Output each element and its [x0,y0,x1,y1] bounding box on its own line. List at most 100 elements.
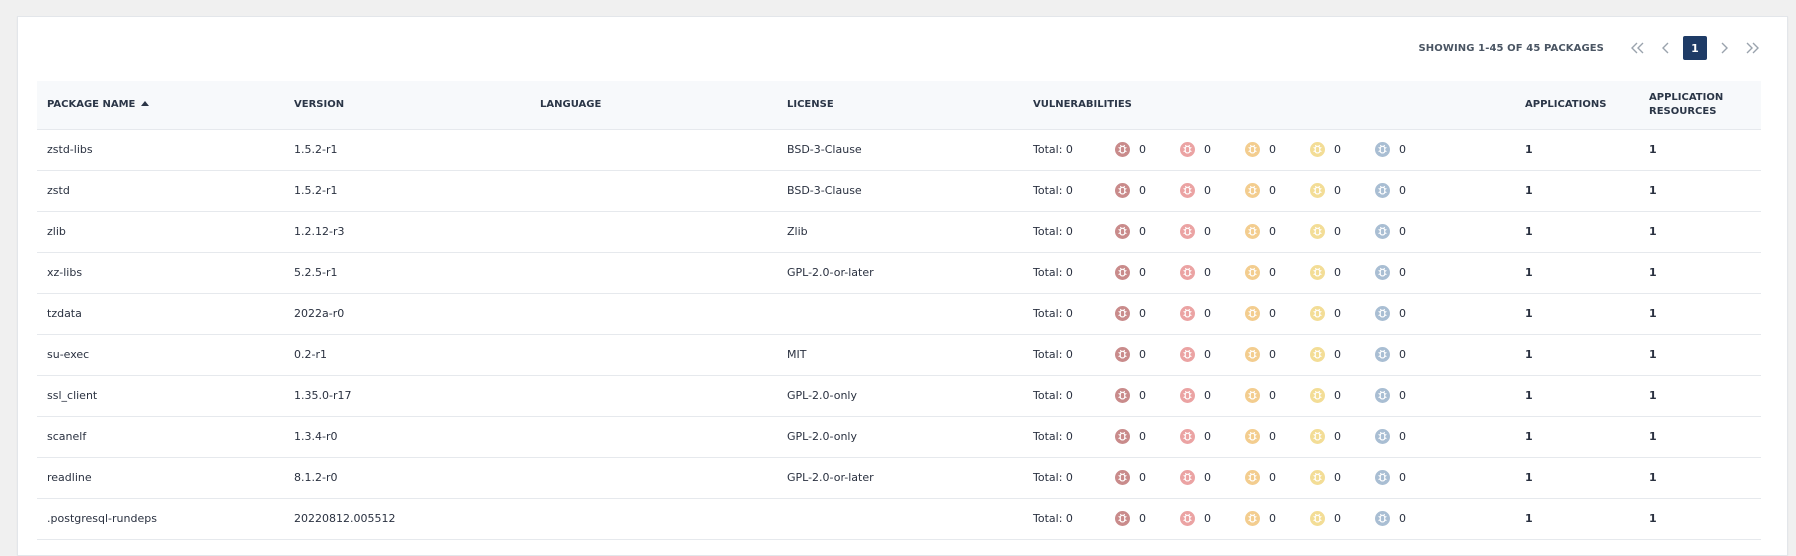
table-row[interactable]: tzdata 2022a-r0 Total: 0 0 0 0 0 0 11 [37,293,1761,335]
bug-icon [1115,511,1130,526]
first-page-button[interactable] [1627,36,1649,60]
bug-icon [1115,429,1130,444]
severity-count: 0 [1204,266,1211,279]
bug-icon [1180,265,1195,280]
language-cell [530,498,777,540]
application-resources-cell[interactable]: 1 [1639,457,1761,499]
column-header-license[interactable]: LICENSE [777,81,1023,130]
package-name-cell[interactable]: xz-libs [37,252,284,294]
applications-cell[interactable]: 1 [1515,170,1639,212]
severity-medium: 0 [1245,347,1310,362]
package-name-cell[interactable]: readline [37,457,284,499]
package-name-cell[interactable]: tzdata [37,293,284,335]
severity-critical: 0 [1115,183,1180,198]
severity-count: 0 [1139,348,1146,361]
severity-count: 0 [1334,184,1341,197]
application-resources-cell[interactable]: 1 [1639,211,1761,253]
column-header-version[interactable]: VERSION [284,81,530,130]
application-resources-cell[interactable]: 1 [1639,416,1761,458]
package-name-cell[interactable]: zlib [37,211,284,253]
severity-high: 0 [1180,388,1245,403]
package-name-cell[interactable]: su-exec [37,334,284,376]
applications-cell[interactable]: 1 [1515,375,1639,417]
applications-cell[interactable]: 1 [1515,416,1639,458]
severity-count: 0 [1139,430,1146,443]
bug-icon [1180,347,1195,362]
table-row[interactable]: su-exec 0.2-r1 MIT Total: 0 0 0 0 0 0 11 [37,334,1761,376]
license-cell: Zlib [777,211,1023,253]
table-row[interactable]: zstd 1.5.2-r1 BSD-3-Clause Total: 0 0 0 0 0 0 11 [37,170,1761,212]
bug-icon [1245,388,1260,403]
application-resources-cell[interactable]: 1 [1639,129,1761,171]
severity-critical: 0 [1115,142,1180,157]
package-name-cell[interactable]: .postgresql-rundeps [37,498,284,540]
severity-count: 0 [1269,143,1276,156]
column-header-package-name[interactable]: PACKAGE NAME [37,81,284,130]
table-row[interactable]: xz-libs 5.2.5-r1 GPL-2.0-or-later Total: 0 0… [37,252,1761,294]
severity-low: 0 [1310,511,1375,526]
severity-low: 0 [1310,265,1375,280]
bug-icon [1310,388,1325,403]
table-row[interactable]: readline 8.1.2-r0 GPL-2.0-or-later Total: 0… [37,457,1761,499]
bug-icon [1375,511,1390,526]
application-resources-cell[interactable]: 1 [1639,252,1761,294]
application-resources-cell[interactable]: 1 [1639,170,1761,212]
severity-count: 0 [1139,307,1146,320]
bug-icon [1310,306,1325,321]
severity-unknown: 0 [1375,306,1440,321]
package-name-cell[interactable]: zstd-libs [37,129,284,171]
package-name-cell[interactable]: scanelf [37,416,284,458]
severity-low: 0 [1310,347,1375,362]
package-name-cell[interactable]: zstd [37,170,284,212]
version-cell: 1.5.2-r1 [284,129,530,171]
license-cell: GPL-2.0-or-later [777,457,1023,499]
bug-icon [1310,470,1325,485]
column-header-vulnerabilities[interactable]: VULNERABILITIES [1023,81,1515,130]
applications-cell[interactable]: 1 [1515,293,1639,335]
severity-critical: 0 [1115,429,1180,444]
vulnerability-total: Total: 0 [1033,512,1073,525]
table-row[interactable]: .postgresql-rundeps 20220812.005512 Total:… [37,498,1761,540]
applications-cell[interactable]: 1 [1515,457,1639,499]
application-resources-cell[interactable]: 1 [1639,334,1761,376]
pagination: SHOWING 1-45 OF 45 PACKAGES 1 [1418,36,1763,60]
bug-icon [1245,470,1260,485]
package-name-cell[interactable]: ssl_client [37,375,284,417]
severity-critical: 0 [1115,511,1180,526]
table-row[interactable]: zstd-libs 1.5.2-r1 BSD-3-Clause Total: 0 0 0 0… [37,129,1761,171]
bug-icon [1115,183,1130,198]
vulnerability-total: Total: 0 [1033,143,1073,156]
applications-cell[interactable]: 1 [1515,211,1639,253]
application-resources-cell[interactable]: 1 [1639,293,1761,335]
language-cell [530,375,777,417]
version-cell: 20220812.005512 [284,498,530,540]
applications-cell[interactable]: 1 [1515,252,1639,294]
application-resources-cell[interactable]: 1 [1639,375,1761,417]
table-header-row: PACKAGE NAME VERSION LANGUAGE LICENSE VU… [37,81,1761,130]
license-cell: GPL-2.0-only [777,416,1023,458]
language-cell [530,416,777,458]
next-page-button[interactable] [1713,36,1735,60]
table-row[interactable]: zlib 1.2.12-r3 Zlib Total: 0 0 0 0 0 0 11 [37,211,1761,253]
severity-count: 0 [1334,143,1341,156]
current-page-button[interactable]: 1 [1683,36,1707,60]
previous-page-button[interactable] [1655,36,1677,60]
column-header-application-resources[interactable]: APPLICATION RESOURCES [1639,81,1761,130]
application-resources-cell[interactable]: 1 [1639,498,1761,540]
applications-cell[interactable]: 1 [1515,334,1639,376]
severity-critical: 0 [1115,470,1180,485]
severity-medium: 0 [1245,388,1310,403]
language-cell [530,293,777,335]
column-header-language[interactable]: LANGUAGE [530,81,777,130]
table-row[interactable]: ssl_client 1.35.0-r17 GPL-2.0-only Total: 0… [37,375,1761,417]
column-header-applications[interactable]: APPLICATIONS [1515,81,1639,130]
severity-count: 0 [1269,389,1276,402]
severity-count: 0 [1139,225,1146,238]
applications-cell[interactable]: 1 [1515,498,1639,540]
chevron-right-icon [1721,42,1728,54]
table-row[interactable]: scanelf 1.3.4-r0 GPL-2.0-only Total: 0 0 0 0 0 0… [37,416,1761,458]
severity-low: 0 [1310,142,1375,157]
language-cell [530,457,777,499]
last-page-button[interactable] [1741,36,1763,60]
applications-cell[interactable]: 1 [1515,129,1639,171]
